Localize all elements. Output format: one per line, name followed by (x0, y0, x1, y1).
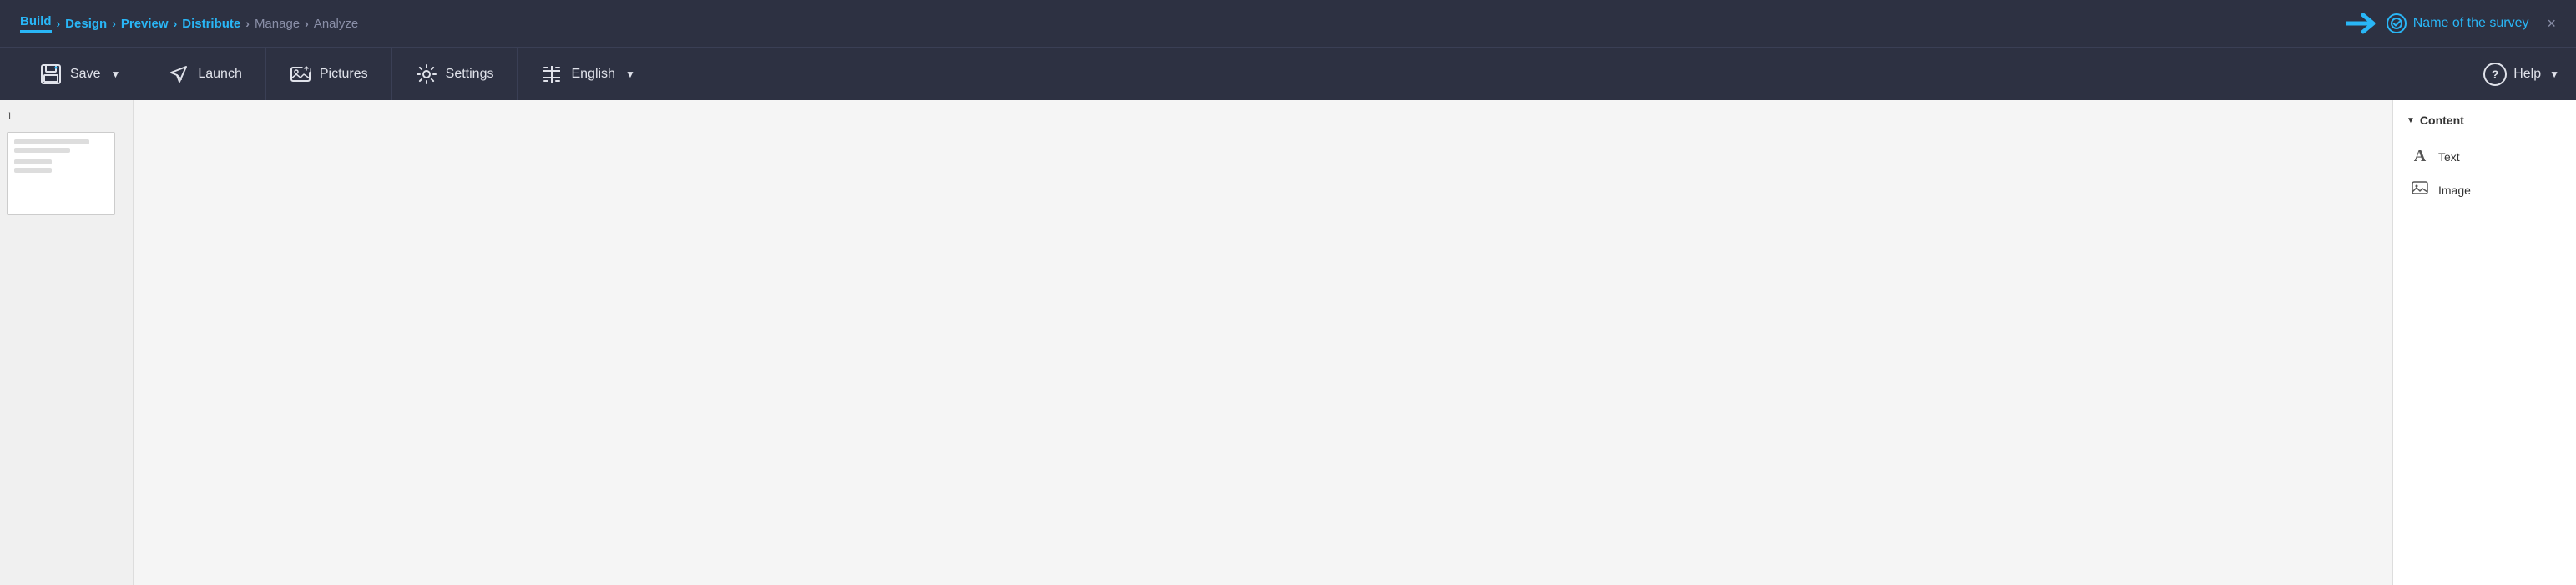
pictures-icon (290, 63, 311, 85)
toolbar: Save ▼ Launch (0, 47, 2576, 100)
page-number: 1 (7, 110, 126, 122)
page-thumbnail[interactable] (7, 132, 115, 215)
thumb-line-1 (14, 139, 89, 144)
sidebar-item-image-label: Image (2438, 184, 2471, 197)
nav-design[interactable]: Design (65, 17, 107, 31)
main-area: 1 ▼ Content A Text (0, 100, 2576, 585)
help-button[interactable]: ? Help ▼ (2483, 63, 2559, 86)
nav-preview[interactable]: Preview (121, 17, 169, 31)
save-group: Save ▼ (17, 48, 144, 100)
text-icon: A (2410, 147, 2430, 166)
settings-icon (416, 63, 437, 85)
nav-build[interactable]: Build (20, 14, 52, 33)
save-button[interactable]: Save ▼ (33, 60, 127, 88)
triangle-icon: ▼ (2407, 116, 2415, 125)
launch-icon (168, 63, 189, 85)
thumb-line-4 (14, 168, 52, 173)
content-title-text: Content (2420, 113, 2464, 127)
image-icon (2410, 179, 2430, 200)
check-circle-icon (2387, 13, 2407, 33)
save-icon (40, 63, 62, 85)
language-icon (541, 63, 563, 85)
nav-analyze[interactable]: Analyze (314, 17, 358, 31)
save-label: Save (70, 67, 100, 82)
close-icon[interactable]: × (2547, 15, 2556, 33)
launch-label: Launch (198, 67, 242, 82)
sidebar-item-text[interactable]: A Text (2407, 140, 2563, 173)
chevron-5: › (305, 17, 309, 30)
nav-manage[interactable]: Manage (255, 17, 300, 31)
save-dropdown-arrow: ▼ (110, 68, 120, 80)
pictures-label: Pictures (320, 67, 368, 82)
survey-name-badge: Name of the survey (2387, 13, 2529, 33)
top-nav: Build › Design › Preview › Distribute › … (0, 0, 2576, 47)
chevron-3: › (174, 17, 178, 30)
language-button[interactable]: English ▼ (534, 60, 641, 88)
toolbar-right: ? Help ▼ (2483, 63, 2559, 86)
help-dropdown-arrow: ▼ (2549, 68, 2559, 80)
language-label: English (571, 67, 614, 82)
breadcrumb: Build › Design › Preview › Distribute › … (20, 14, 2346, 33)
canvas-area (134, 100, 2392, 585)
chevron-4: › (245, 17, 250, 30)
settings-group: Settings (392, 48, 518, 100)
sidebar-item-image[interactable]: Image (2407, 173, 2563, 207)
right-sidebar: ▼ Content A Text Image (2392, 100, 2576, 585)
survey-name-area: Name of the survey × (2346, 12, 2556, 35)
arrow-right-icon (2346, 12, 2376, 35)
launch-group: Launch (144, 48, 266, 100)
chevron-2: › (112, 17, 116, 30)
settings-label: Settings (446, 67, 494, 82)
language-group: English ▼ (518, 48, 659, 100)
nav-distribute[interactable]: Distribute (182, 17, 240, 31)
language-dropdown-arrow: ▼ (625, 68, 635, 80)
content-section-title: ▼ Content (2407, 113, 2563, 127)
survey-name-text: Name of the survey (2413, 16, 2529, 31)
thumb-line-2 (14, 148, 70, 153)
settings-button[interactable]: Settings (409, 60, 501, 88)
chevron-1: › (57, 17, 61, 30)
help-icon: ? (2483, 63, 2507, 86)
sidebar-item-text-label: Text (2438, 150, 2460, 164)
thumbnail-panel: 1 (0, 100, 134, 585)
help-label: Help (2513, 67, 2541, 82)
launch-button[interactable]: Launch (161, 60, 249, 88)
pictures-button[interactable]: Pictures (283, 60, 375, 88)
thumb-line-3 (14, 159, 52, 164)
pictures-group: Pictures (266, 48, 392, 100)
